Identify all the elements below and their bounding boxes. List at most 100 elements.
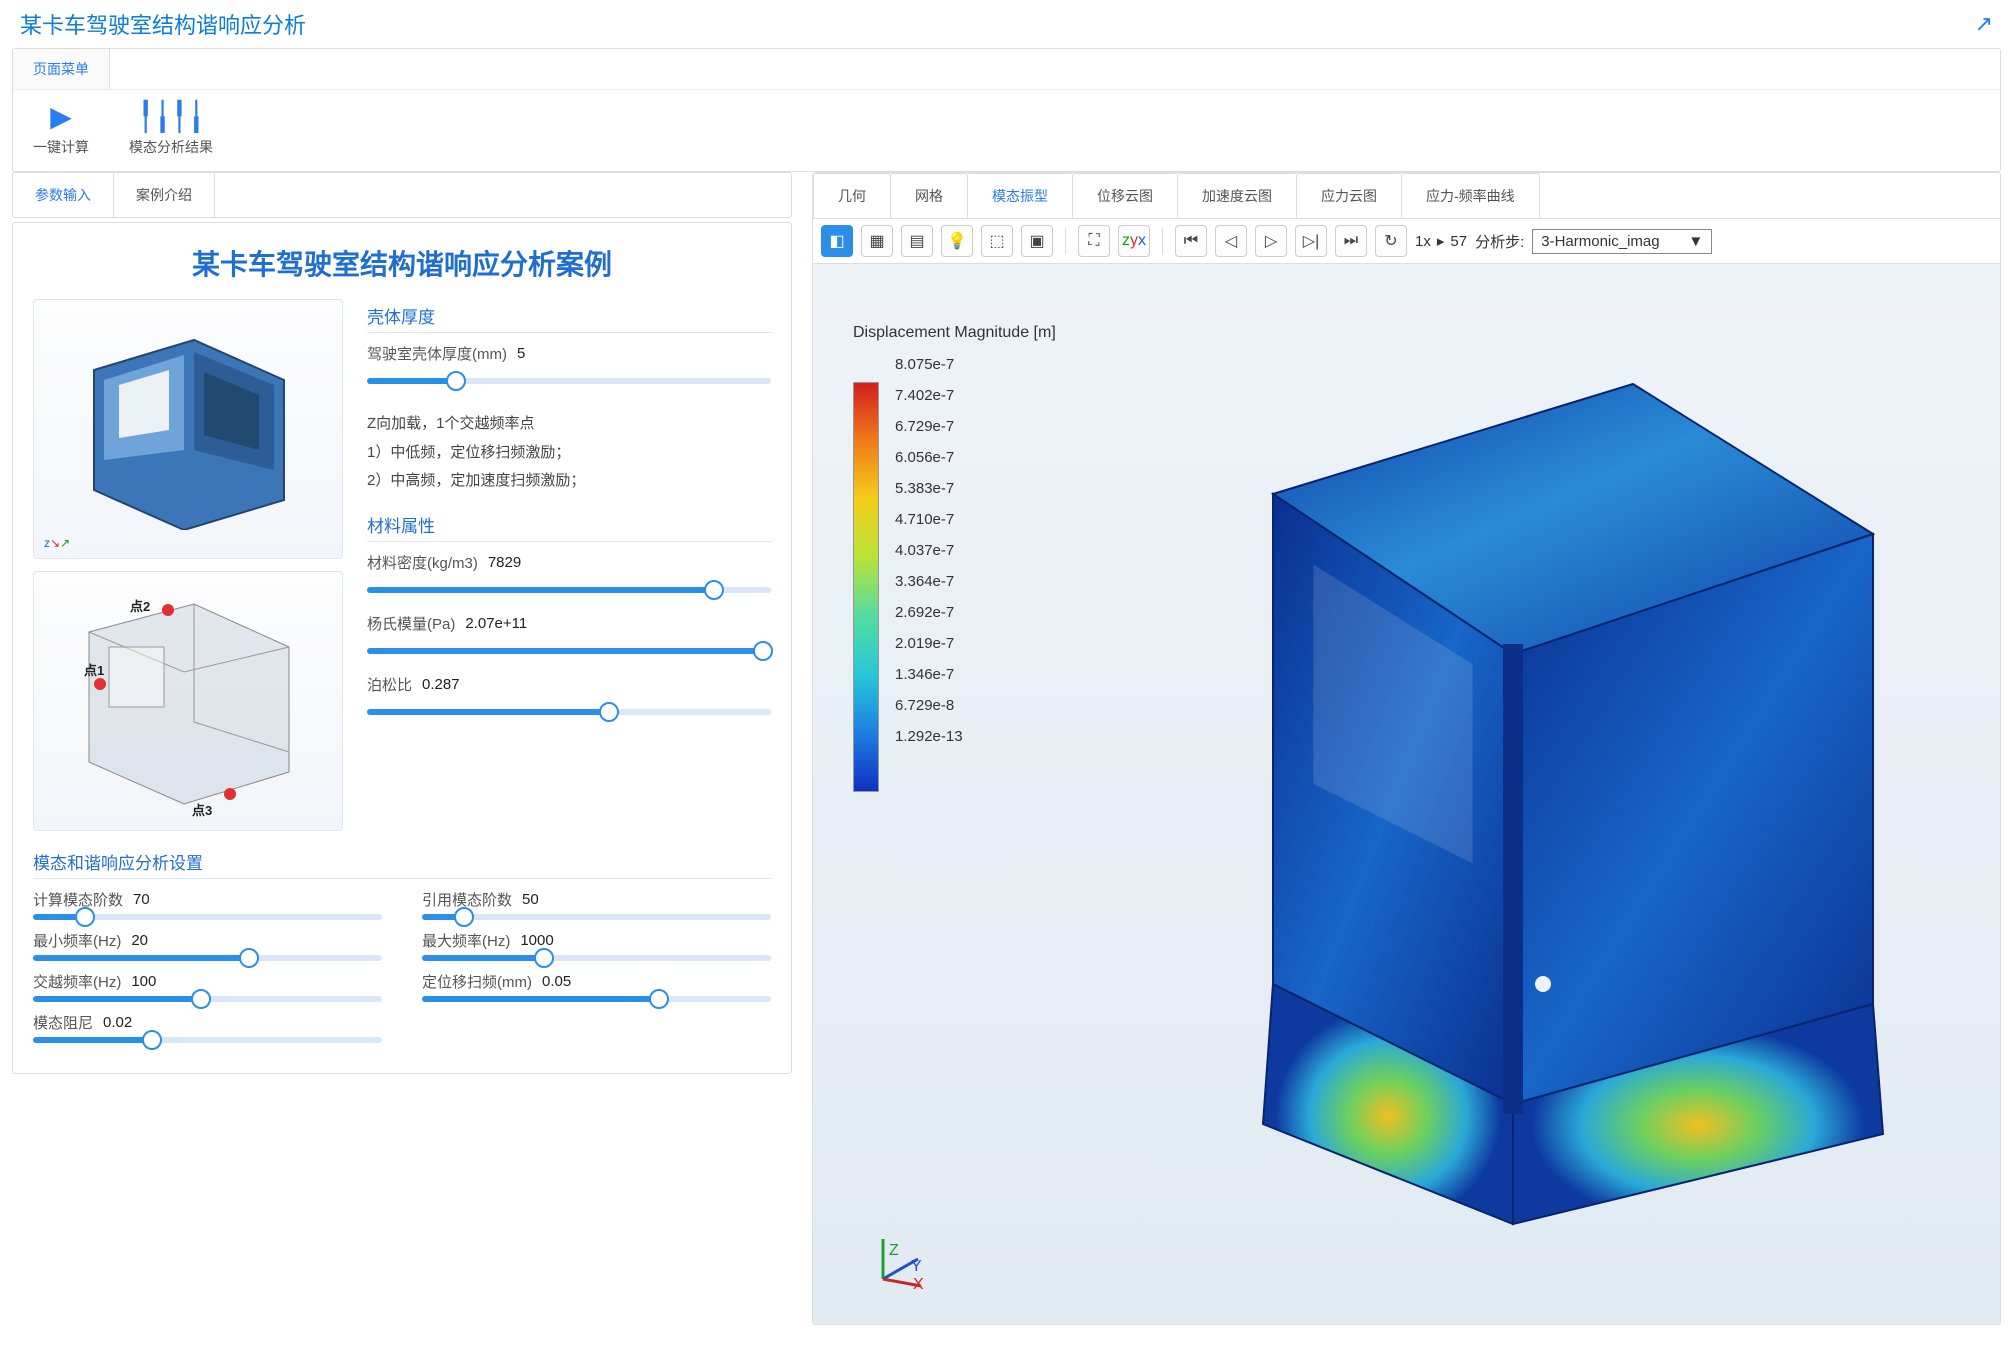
fit-view-icon[interactable]: ⛶ bbox=[1078, 225, 1110, 257]
legend-value: 6.729e-8 bbox=[895, 697, 1056, 714]
ribbon-compute[interactable]: ▶ 一键计算 bbox=[33, 100, 89, 157]
damp-label: 模态阻尼 bbox=[33, 1012, 93, 1033]
disp-label: 定位移扫频(mm) bbox=[422, 971, 532, 992]
point2-label: 点2 bbox=[130, 596, 150, 615]
desc-line: Z向加载，1个交越频率点 bbox=[367, 410, 771, 439]
compute-modes-label: 计算模态阶数 bbox=[33, 889, 123, 910]
tab-mesh[interactable]: 网格 bbox=[890, 173, 968, 218]
compute-modes-value: 70 bbox=[133, 891, 150, 908]
desc-line: 2）中高频，定加速度扫频激励； bbox=[367, 467, 771, 496]
fmin-value: 20 bbox=[131, 932, 148, 949]
legend-value: 1.346e-7 bbox=[895, 666, 1056, 683]
step-label: 分析步: bbox=[1475, 231, 1524, 252]
param-panel: 某卡车驾驶室结构谐响应分析案例 z↘↗ bbox=[12, 222, 792, 1074]
legend-value: 2.692e-7 bbox=[895, 604, 1056, 621]
playback-speed[interactable]: 1x ▸ 57 bbox=[1415, 232, 1467, 250]
fmin-label: 最小频率(Hz) bbox=[33, 930, 121, 951]
legend-value: 3.364e-7 bbox=[895, 573, 1056, 590]
cross-slider[interactable] bbox=[33, 996, 382, 1002]
wire-cube-icon[interactable]: ▣ bbox=[1021, 225, 1053, 257]
fmax-slider[interactable] bbox=[422, 955, 771, 961]
play-icon[interactable]: ▷ bbox=[1255, 225, 1287, 257]
color-legend: Displacement Magnitude [m] 8.075e-7 7.402… bbox=[853, 324, 1056, 745]
compute-modes-slider[interactable] bbox=[33, 914, 382, 920]
first-frame-icon[interactable]: ⏮ bbox=[1175, 225, 1207, 257]
grid-large-icon[interactable]: ▤ bbox=[901, 225, 933, 257]
damp-slider[interactable] bbox=[33, 1037, 382, 1043]
axis-toggle-icon[interactable]: zyx bbox=[1118, 225, 1150, 257]
legend-value: 5.383e-7 bbox=[895, 480, 1056, 497]
poisson-value: 0.287 bbox=[422, 676, 460, 693]
cross-label: 交越频率(Hz) bbox=[33, 971, 121, 992]
legend-value: 4.710e-7 bbox=[895, 511, 1056, 528]
last-frame-icon[interactable]: ⏭ bbox=[1335, 225, 1367, 257]
external-link-icon[interactable]: ↗ bbox=[1975, 11, 1993, 37]
cab-contour-render bbox=[1113, 344, 1933, 1244]
loop-icon[interactable]: ↻ bbox=[1375, 225, 1407, 257]
tab-stress[interactable]: 应力云图 bbox=[1296, 173, 1402, 218]
poisson-slider[interactable] bbox=[367, 709, 771, 715]
light-cube-icon[interactable]: ⬚ bbox=[981, 225, 1013, 257]
frame-value: 57 bbox=[1450, 233, 1467, 250]
shell-thickness-value: 5 bbox=[517, 345, 525, 362]
tab-displacement[interactable]: 位移云图 bbox=[1072, 173, 1178, 218]
point1-label: 点1 bbox=[84, 660, 104, 679]
ribbon-label: 模态分析结果 bbox=[129, 137, 213, 157]
shell-thickness-slider[interactable] bbox=[367, 378, 771, 384]
legend-value: 6.056e-7 bbox=[895, 449, 1056, 466]
shell-thickness-label: 驾驶室壳体厚度(mm) bbox=[367, 343, 507, 364]
chevron-down-icon: ▼ bbox=[1688, 233, 1703, 250]
fmin-slider[interactable] bbox=[33, 955, 382, 961]
analysis-step-select[interactable]: 3-Harmonic_imag ▼ bbox=[1532, 229, 1712, 254]
speed-value: 1x bbox=[1415, 233, 1431, 250]
geometry-points-preview: 点1 点2 点3 bbox=[33, 571, 343, 831]
menu-tabs: 页面菜单 ▶ 一键计算 ╿╽╿╽ 模态分析结果 bbox=[12, 48, 2001, 172]
axis-mini-icon: z↘↗ bbox=[44, 536, 70, 550]
chevron-right-icon: ▸ bbox=[1437, 232, 1445, 250]
tab-case-intro[interactable]: 案例介绍 bbox=[114, 173, 215, 217]
young-slider[interactable] bbox=[367, 648, 771, 654]
tab-param-input[interactable]: 参数输入 bbox=[13, 173, 114, 217]
grid-small-icon[interactable]: ▦ bbox=[861, 225, 893, 257]
tab-acceleration[interactable]: 加速度云图 bbox=[1177, 173, 1297, 218]
legend-value: 7.402e-7 bbox=[895, 387, 1056, 404]
density-label: 材料密度(kg/m3) bbox=[367, 552, 478, 573]
case-title: 某卡车驾驶室结构谐响应分析案例 bbox=[33, 243, 771, 283]
result-tabs: 几何 网格 模态振型 位移云图 加速度云图 应力云图 应力-频率曲线 bbox=[813, 173, 2000, 219]
poisson-label: 泊松比 bbox=[367, 674, 412, 695]
cross-value: 100 bbox=[131, 973, 156, 990]
cab-wire-icon bbox=[64, 592, 314, 812]
legend-value: 2.019e-7 bbox=[895, 635, 1056, 652]
step-value: 3-Harmonic_imag bbox=[1541, 233, 1659, 250]
tab-modal-shape[interactable]: 模态振型 bbox=[967, 173, 1073, 218]
legend-value: 6.729e-7 bbox=[895, 418, 1056, 435]
legend-value: 1.292e-13 bbox=[895, 728, 1056, 745]
next-frame-icon[interactable]: ▷| bbox=[1295, 225, 1327, 257]
ribbon-modal-result[interactable]: ╿╽╿╽ 模态分析结果 bbox=[129, 100, 213, 157]
result-viewer[interactable]: Displacement Magnitude [m] 8.075e-7 7.402… bbox=[813, 264, 2000, 1324]
tab-stress-freq[interactable]: 应力-频率曲线 bbox=[1401, 173, 1540, 218]
loading-desc: Z向加载，1个交越频率点 1）中低频，定位移扫频激励； 2）中高频，定加速度扫频… bbox=[367, 410, 771, 496]
view-cube-icon[interactable]: ◧ bbox=[821, 225, 853, 257]
disp-slider[interactable] bbox=[422, 996, 771, 1002]
menu-tab-page[interactable]: 页面菜单 bbox=[13, 49, 110, 89]
tab-geometry[interactable]: 几何 bbox=[813, 173, 891, 218]
cab-solid-icon bbox=[74, 330, 304, 530]
use-modes-slider[interactable] bbox=[422, 914, 771, 920]
fmax-label: 最大频率(Hz) bbox=[422, 930, 510, 951]
section-material: 材料属性 bbox=[367, 512, 771, 542]
ribbon-label: 一键计算 bbox=[33, 137, 89, 157]
axis-triad: Z Y X bbox=[863, 1224, 933, 1294]
section-shell: 壳体厚度 bbox=[367, 303, 771, 333]
fmax-value: 1000 bbox=[520, 932, 553, 949]
density-slider[interactable] bbox=[367, 587, 771, 593]
legend-value: 8.075e-7 bbox=[895, 356, 1056, 373]
use-modes-value: 50 bbox=[522, 891, 539, 908]
light-box-icon[interactable]: 💡 bbox=[941, 225, 973, 257]
prev-frame-icon[interactable]: ◁ bbox=[1215, 225, 1247, 257]
legend-value: 4.037e-7 bbox=[895, 542, 1056, 559]
legend-colorbar bbox=[853, 382, 879, 792]
legend-title: Displacement Magnitude [m] bbox=[853, 324, 1056, 342]
point3-label: 点3 bbox=[192, 800, 212, 819]
young-label: 杨氏模量(Pa) bbox=[367, 613, 455, 634]
